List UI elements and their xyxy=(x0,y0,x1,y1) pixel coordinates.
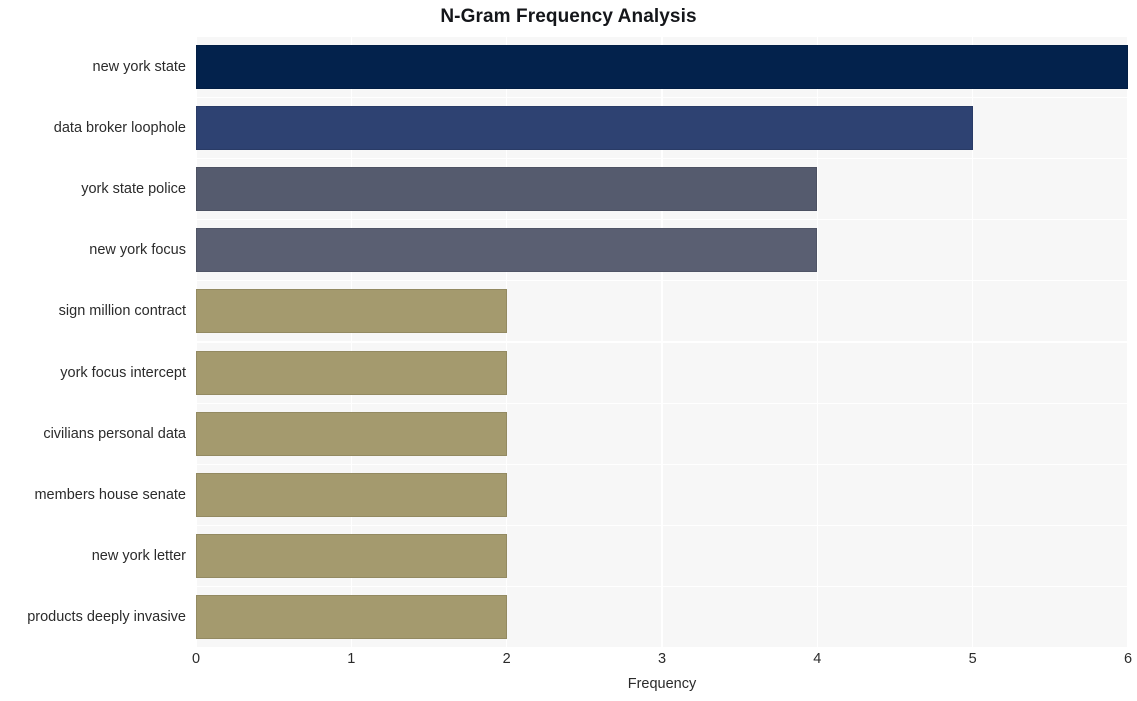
bar xyxy=(196,289,507,334)
horizontal-gridline xyxy=(196,341,1128,343)
horizontal-gridline xyxy=(196,280,1128,282)
horizontal-gridline xyxy=(196,36,1128,37)
horizontal-gridline xyxy=(196,218,1128,221)
bar xyxy=(196,228,818,273)
y-axis-tick-label: members house senate xyxy=(34,487,186,503)
bar xyxy=(196,595,507,640)
bar xyxy=(196,473,507,517)
horizontal-gridline xyxy=(196,647,1128,648)
y-axis-tick-label: products deeply invasive xyxy=(27,609,186,626)
x-axis-tick-label: 6 xyxy=(1123,651,1133,667)
x-axis-label: Frequency xyxy=(627,676,697,692)
x-axis-tick-label: 5 xyxy=(968,651,977,667)
y-axis-tick-label: new york state xyxy=(92,58,187,75)
horizontal-gridline xyxy=(196,463,1128,466)
x-axis-tick-label: 4 xyxy=(813,651,822,667)
y-axis-tick-label: sign million contract xyxy=(58,303,186,320)
y-axis-tick-label: data broker loophole xyxy=(53,119,186,136)
y-axis-tick-labels: new york state data broker loophole york s… xyxy=(0,36,186,648)
chart-figure: N-Gram Frequency Analysis new york state… xyxy=(0,0,1137,701)
chart-title: N-Gram Frequency Analysis xyxy=(440,6,697,27)
y-axis-tick-label: york state police xyxy=(81,181,186,197)
horizontal-gridline xyxy=(196,586,1128,588)
bar xyxy=(196,411,507,456)
bar xyxy=(196,167,818,211)
x-axis-tick-label: 0 xyxy=(191,651,201,667)
x-axis-tick-label: 3 xyxy=(657,651,667,667)
horizontal-gridline xyxy=(196,524,1128,527)
y-axis-tick-label: new york letter xyxy=(91,548,186,565)
x-axis-tick-label: 1 xyxy=(347,651,356,667)
x-axis-tick-labels: 0 1 2 3 4 5 6 xyxy=(0,652,1137,676)
bar xyxy=(196,105,973,150)
y-axis-tick-label: civilians personal data xyxy=(43,425,186,442)
x-axis-tick-label: 2 xyxy=(502,651,511,667)
horizontal-gridline xyxy=(196,96,1128,98)
horizontal-gridline xyxy=(196,402,1128,404)
plot-area xyxy=(196,36,1128,648)
y-axis-tick-label: new york focus xyxy=(89,242,186,259)
bar xyxy=(196,534,507,579)
y-axis-tick-label: york focus intercept xyxy=(60,364,186,381)
bar xyxy=(196,350,507,395)
horizontal-gridline xyxy=(196,157,1128,160)
bar xyxy=(196,44,1128,89)
